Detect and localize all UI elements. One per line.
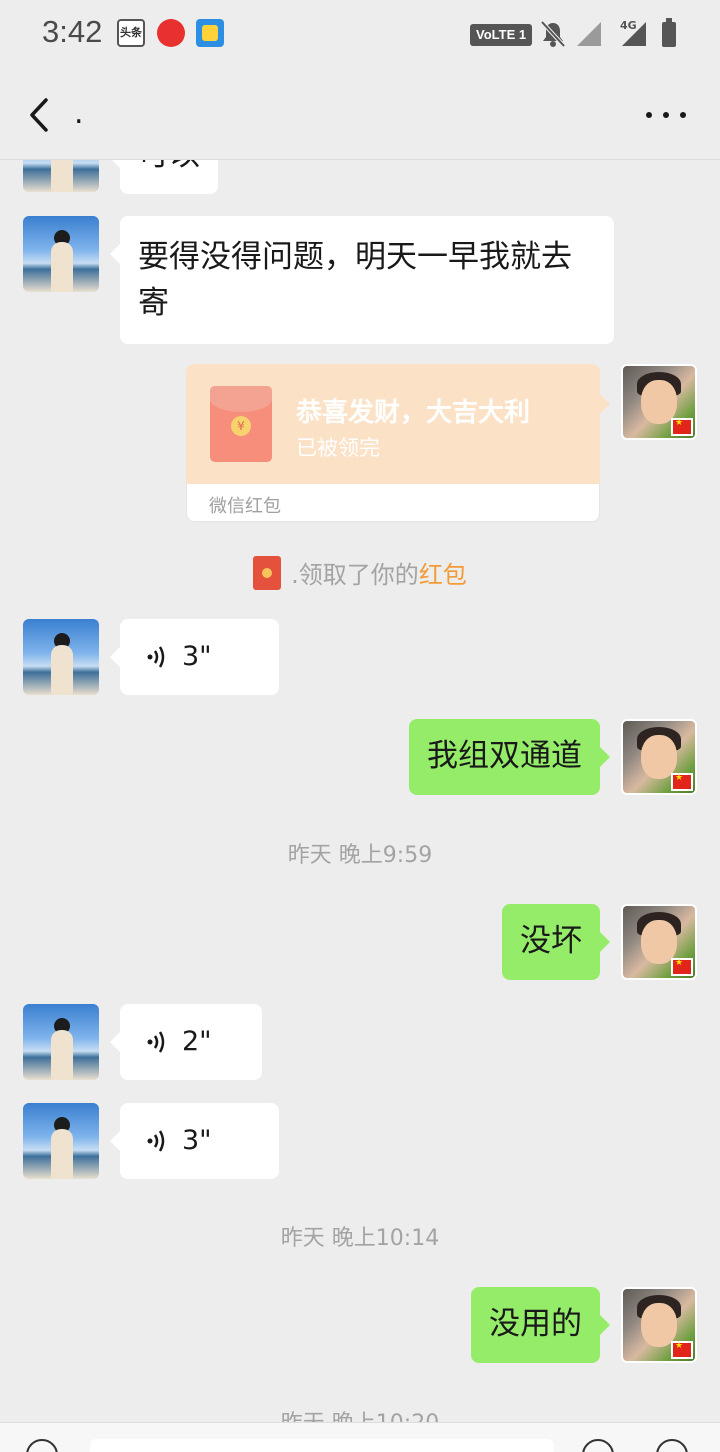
signal-icon: [577, 22, 601, 46]
red-packet-link[interactable]: 红包: [419, 555, 467, 590]
self-avatar[interactable]: [621, 364, 697, 440]
message-text: 要得没得问题，明天一早我就去寄: [138, 239, 572, 321]
voice-duration: 2": [182, 1026, 212, 1057]
voice-message-bubble[interactable]: 2": [110, 1004, 262, 1080]
voice-toggle-icon[interactable]: [26, 1439, 58, 1452]
self-avatar[interactable]: [621, 904, 697, 980]
red-envelope-small-icon: [253, 555, 282, 590]
voice-message-bubble[interactable]: 3": [110, 619, 279, 695]
friend-avatar[interactable]: [23, 1004, 99, 1080]
chat-message-list[interactable]: 可以 要得没得问题，明天一早我就去寄 ¥ 恭喜发财，大吉大利 已被领完 微信红包…: [0, 160, 720, 1422]
system-notice: .领取了你的 红包: [0, 555, 720, 590]
voice-message-bubble[interactable]: 3": [110, 1103, 279, 1179]
self-avatar[interactable]: [621, 719, 697, 795]
signal-4g-icon: [622, 22, 646, 46]
message-text: 我组双通道: [427, 738, 582, 774]
red-packet-brand: 微信红包: [209, 496, 281, 517]
gallery-app-icon: [196, 19, 224, 47]
red-envelope-icon: ¥: [210, 386, 272, 462]
voice-duration: 3": [182, 1125, 212, 1156]
self-message-bubble[interactable]: 没坏: [502, 904, 610, 980]
system-notice-text: .领取了你的: [291, 561, 419, 589]
chat-title: .: [74, 96, 84, 131]
toutiao-app-icon: 头条: [117, 19, 145, 47]
friend-avatar[interactable]: [23, 216, 99, 292]
red-packet-card[interactable]: ¥ 恭喜发财，大吉大利 已被领完 微信红包: [186, 364, 610, 522]
friend-avatar[interactable]: [23, 619, 99, 695]
status-time: 3:42: [42, 14, 103, 49]
more-dots-icon[interactable]: [646, 100, 686, 130]
timestamp: 昨天 晚上10:20: [0, 1405, 720, 1422]
bell-muted-icon: [540, 20, 566, 48]
message-text: 没坏: [520, 923, 582, 959]
voice-wave-icon: [147, 646, 165, 668]
message-input[interactable]: [90, 1439, 554, 1452]
timestamp: 昨天 晚上10:14: [280, 1226, 440, 1251]
voice-duration: 3": [182, 641, 212, 672]
back-chevron-icon[interactable]: [22, 94, 58, 136]
self-message-bubble[interactable]: 我组双通道: [409, 719, 610, 795]
notification-app-icon: [157, 19, 185, 47]
message-text: 可以: [138, 160, 200, 173]
plus-icon[interactable]: [656, 1439, 688, 1452]
self-avatar[interactable]: [621, 1287, 697, 1363]
status-bar: 3:42 头条 VoLTE 1 4G: [0, 0, 720, 70]
friend-message-bubble[interactable]: 要得没得问题，明天一早我就去寄: [110, 216, 614, 344]
friend-avatar[interactable]: [23, 160, 99, 192]
battery-icon: [662, 18, 676, 47]
voice-wave-icon: [147, 1031, 165, 1053]
emoji-icon[interactable]: [582, 1439, 614, 1452]
voice-wave-icon: [147, 1130, 165, 1152]
self-message-bubble[interactable]: 没用的: [471, 1287, 610, 1363]
red-packet-title: 恭喜发财，大吉大利: [296, 398, 531, 428]
message-text: 没用的: [489, 1306, 582, 1342]
red-packet-status: 已被领完: [296, 436, 380, 460]
chat-header: .: [0, 70, 720, 160]
friend-message-bubble[interactable]: 可以: [110, 160, 218, 194]
timestamp: 昨天 晚上9:59: [287, 843, 433, 868]
volte-badge: VoLTE 1: [470, 24, 533, 46]
input-bar: [0, 1422, 720, 1452]
friend-avatar[interactable]: [23, 1103, 99, 1179]
